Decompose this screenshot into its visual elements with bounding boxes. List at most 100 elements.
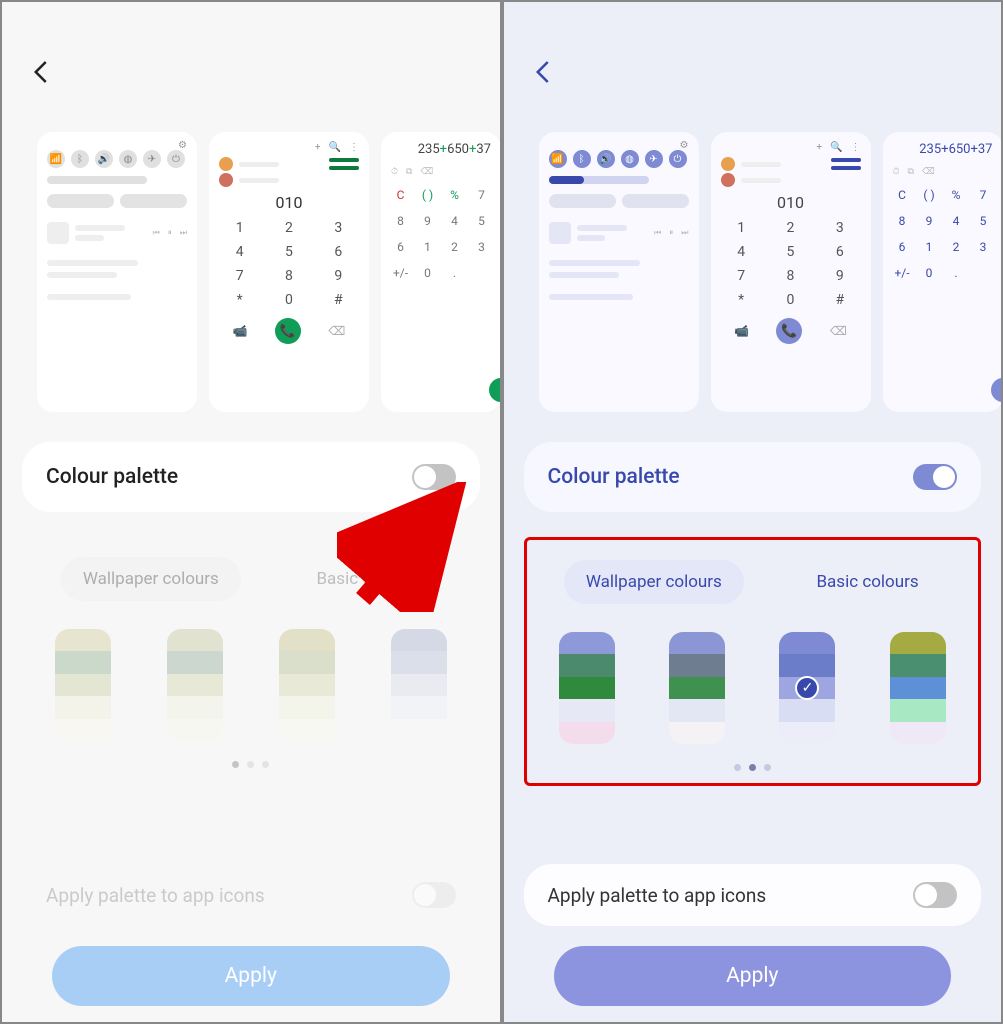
preview-quicksettings[interactable]: ⚙ 📶ᛒ🔊◍✈⏻ ⏮⏸⏭ bbox=[539, 132, 699, 412]
apply-button[interactable]: Apply bbox=[554, 946, 952, 1006]
colour-palette-label: Colour palette bbox=[548, 465, 680, 489]
calc-key: 8 bbox=[391, 211, 410, 231]
preview-quicksettings[interactable]: ⚙ 📶ᛒ🔊◍✈⏻ ⏮⏸⏭ bbox=[37, 132, 197, 412]
calc-key: 2 bbox=[947, 237, 966, 257]
theme-previews: ⚙ 📶ᛒ🔊◍✈⏻ ⏮⏸⏭ +🔍⋮ 010 123456789*0# bbox=[37, 132, 502, 412]
palette-swatch[interactable] bbox=[669, 632, 725, 744]
airplane-icon: ✈ bbox=[645, 150, 663, 168]
calc-key: 3 bbox=[974, 237, 993, 257]
gear-icon: ⚙ bbox=[178, 140, 187, 151]
dial-key: 3 bbox=[318, 218, 359, 238]
apply-to-icons-row: Apply palette to app icons bbox=[524, 864, 982, 926]
dial-key: 7 bbox=[219, 266, 260, 286]
dial-key: 9 bbox=[318, 266, 359, 286]
tab-basic-colours[interactable]: Basic colours bbox=[294, 557, 440, 601]
tab-wallpaper-colours[interactable]: Wallpaper colours bbox=[61, 557, 241, 601]
calc-expression: 235+650+37 bbox=[893, 142, 993, 157]
preview-calculator[interactable]: 235+650+37 ⏱⧉⌫ C( )%789456123+/-0. bbox=[381, 132, 501, 412]
palette-swatch[interactable] bbox=[890, 632, 946, 744]
palette-swatch[interactable] bbox=[559, 632, 615, 744]
palette-swatch[interactable] bbox=[167, 629, 223, 741]
dial-key: * bbox=[219, 290, 260, 310]
wifi-icon: 📶 bbox=[47, 150, 65, 168]
preview-calculator[interactable]: 235+650+37 ⏱⧉⌫ C( )%789456123+/-0. bbox=[883, 132, 1003, 412]
bt-icon: ᛒ bbox=[71, 150, 89, 168]
calc-key: 6 bbox=[893, 237, 912, 257]
dial-key: 8 bbox=[770, 266, 811, 286]
calc-expression: 235+650+37 bbox=[391, 142, 491, 157]
calc-key: 2 bbox=[445, 237, 464, 257]
video-call-icon: 📹 bbox=[233, 324, 248, 338]
sound-icon: 🔊 bbox=[597, 150, 615, 168]
calc-key: % bbox=[445, 185, 464, 205]
page-dot[interactable] bbox=[262, 761, 269, 768]
page-dot[interactable] bbox=[232, 761, 239, 768]
dial-key: 4 bbox=[219, 242, 260, 262]
back-button[interactable] bbox=[27, 57, 57, 87]
globe-icon: ◍ bbox=[119, 150, 137, 168]
calc-key: 0 bbox=[920, 263, 939, 283]
calc-key: 4 bbox=[445, 211, 464, 231]
colour-palette-toggle[interactable] bbox=[913, 464, 957, 490]
calc-key: +/- bbox=[391, 263, 410, 283]
page-dot[interactable] bbox=[764, 764, 771, 771]
calc-key: % bbox=[947, 185, 966, 205]
screenshot-comparison: ⚙ 📶ᛒ🔊◍✈⏻ ⏮⏸⏭ +🔍⋮ 010 123456789*0# bbox=[0, 0, 1003, 1024]
video-call-icon: 📹 bbox=[734, 324, 749, 338]
apply-to-icons-toggle[interactable] bbox=[412, 882, 456, 908]
call-icon: 📞 bbox=[776, 318, 802, 344]
apply-to-icons-row: Apply palette to app icons bbox=[22, 864, 480, 926]
dial-key: 7 bbox=[721, 266, 762, 286]
panel-left: ⚙ 📶ᛒ🔊◍✈⏻ ⏮⏸⏭ +🔍⋮ 010 123456789*0# bbox=[0, 0, 502, 1024]
gear-icon: ⚙ bbox=[680, 140, 689, 151]
tab-wallpaper-colours[interactable]: Wallpaper colours bbox=[564, 560, 744, 604]
calc-key: 6 bbox=[391, 237, 410, 257]
calc-key: . bbox=[445, 263, 464, 283]
equals-icon bbox=[489, 378, 501, 402]
dial-key: 5 bbox=[770, 242, 811, 262]
apply-to-icons-toggle[interactable] bbox=[913, 882, 957, 908]
back-chevron-icon bbox=[27, 57, 57, 87]
calc-key: +/- bbox=[893, 263, 912, 283]
apply-to-icons-label: Apply palette to app icons bbox=[548, 884, 767, 907]
calc-key: 5 bbox=[472, 211, 491, 231]
calc-key: C bbox=[893, 185, 912, 205]
calc-key: 5 bbox=[974, 211, 993, 231]
back-chevron-icon bbox=[529, 57, 559, 87]
wifi-icon: 📶 bbox=[549, 150, 567, 168]
palette-swatch[interactable] bbox=[55, 629, 111, 741]
panel-right: ⚙ 📶ᛒ🔊◍✈⏻ ⏮⏸⏭ +🔍⋮ 010 123456789*0# bbox=[502, 0, 1003, 1024]
palette-swatch[interactable] bbox=[279, 629, 335, 741]
page-dot[interactable] bbox=[247, 761, 254, 768]
swatch-section: Wallpaper colours Basic colours ✓ bbox=[524, 537, 982, 786]
dial-key: 1 bbox=[219, 218, 260, 238]
apply-button[interactable]: Apply bbox=[52, 946, 450, 1006]
equals-icon bbox=[991, 378, 1003, 402]
brightness-slider bbox=[549, 176, 649, 184]
page-dots bbox=[539, 764, 967, 771]
back-button[interactable] bbox=[529, 57, 559, 87]
calc-key: 0 bbox=[418, 263, 437, 283]
dial-key: 4 bbox=[721, 242, 762, 262]
swatches: ✓ bbox=[539, 632, 967, 744]
dial-key: * bbox=[721, 290, 762, 310]
dial-key: 6 bbox=[819, 242, 860, 262]
palette-swatch[interactable] bbox=[391, 629, 447, 741]
calc-key: ( ) bbox=[418, 185, 437, 205]
page-dot[interactable] bbox=[734, 764, 741, 771]
calc-key: 7 bbox=[974, 185, 993, 205]
colour-palette-toggle[interactable] bbox=[412, 464, 456, 490]
tab-basic-colours[interactable]: Basic colours bbox=[794, 560, 940, 604]
swatches bbox=[34, 629, 468, 741]
preview-dialer[interactable]: +🔍⋮ 010 123456789*0# 📹 📞 ⌫ bbox=[209, 132, 369, 412]
theme-previews: ⚙ 📶ᛒ🔊◍✈⏻ ⏮⏸⏭ +🔍⋮ 010 123456789*0# bbox=[539, 132, 1003, 412]
colour-palette-row: Colour palette bbox=[22, 442, 480, 512]
palette-swatch[interactable]: ✓ bbox=[779, 632, 835, 744]
dial-key: 6 bbox=[318, 242, 359, 262]
calc-key: 9 bbox=[920, 211, 939, 231]
page-dot[interactable] bbox=[749, 764, 756, 771]
calc-key: 1 bbox=[418, 237, 437, 257]
dial-key: 5 bbox=[268, 242, 309, 262]
airplane-icon: ✈ bbox=[143, 150, 161, 168]
preview-dialer[interactable]: +🔍⋮ 010 123456789*0# 📹 📞 ⌫ bbox=[711, 132, 871, 412]
